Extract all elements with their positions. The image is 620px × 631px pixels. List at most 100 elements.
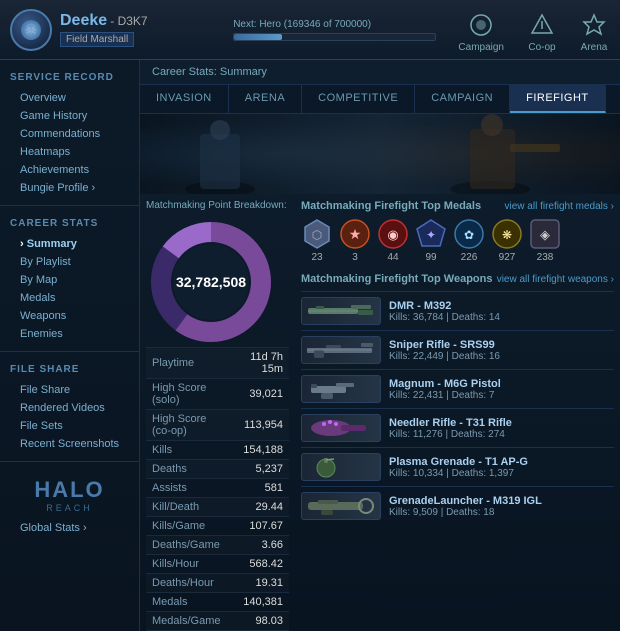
table-row: Kills154,188: [146, 441, 289, 460]
weapon-image: [301, 297, 381, 325]
sidebar-item-achievements[interactable]: Achievements: [0, 161, 139, 179]
weapon-name: Needler Rifle - T31 Rifle: [389, 417, 512, 429]
stat-label: Kills: [146, 441, 233, 460]
medals-section: Matchmaking Firefight Top Medals view al…: [301, 200, 614, 263]
mode-tabs: INVASION ARENA COMPETITIVE CAMPAIGN FIRE…: [140, 85, 620, 114]
content-area: Career Stats: Summary INVASION ARENA COM…: [140, 60, 620, 631]
sidebar-item-weapons[interactable]: Weapons: [0, 307, 139, 325]
table-row: High Score (solo)39,021: [146, 379, 289, 410]
medal-item: ⬡ 23: [301, 218, 333, 263]
donut-title: Matchmaking Point Breakdown:: [146, 200, 289, 211]
career-stats-title: CAREER STATS: [0, 214, 139, 235]
xp-bar-container: Next: Hero (169346 of 700000): [223, 0, 446, 59]
mode-tab-custom[interactable]: CUSTOM: [606, 85, 620, 113]
stat-label: Medals: [146, 593, 233, 612]
medal-icon: ❋: [491, 218, 523, 250]
list-item: Magnum - M6G Pistol Kills: 22,431 | Deat…: [301, 369, 614, 408]
nav-tabs: Campaign Co-op Arena: [446, 0, 620, 59]
view-weapons-link[interactable]: view all firefight weapons ›: [497, 274, 614, 285]
sidebar-item-playlist[interactable]: By Playlist: [0, 253, 139, 271]
medal-item: ◉ 44: [377, 218, 409, 263]
nav-tab-campaign[interactable]: Campaign: [446, 7, 516, 59]
stat-value: 29.44: [233, 498, 289, 517]
table-row: Kills/Game107.67: [146, 517, 289, 536]
medal-count: 238: [537, 252, 554, 263]
table-row: Kills/Hour568.42: [146, 555, 289, 574]
medal-icon: ★: [339, 218, 371, 250]
stat-label: Kill/Death: [146, 498, 233, 517]
table-row: Deaths5,237: [146, 460, 289, 479]
sidebar-item-file-sets[interactable]: File Sets: [0, 417, 139, 435]
sidebar-item-overview[interactable]: Overview: [0, 89, 139, 107]
right-panel: Matchmaking Firefight Top Medals view al…: [295, 194, 620, 631]
svg-text:◈: ◈: [540, 227, 550, 242]
weapons-title: Matchmaking Firefight Top Weapons: [301, 273, 493, 285]
table-row: High Score (co-op)113,954: [146, 410, 289, 441]
weapon-info: GrenadeLauncher - M319 IGL Kills: 9,509 …: [389, 495, 542, 518]
stat-value: 3.66: [233, 536, 289, 555]
main-layout: SERVICE RECORD Overview Game History Com…: [0, 60, 620, 631]
medal-item: ★ 3: [339, 218, 371, 263]
donut-center: 32,782,508: [176, 274, 246, 290]
nav-tab-arena[interactable]: Arena: [568, 7, 620, 59]
medal-icon: ⬡: [301, 218, 333, 250]
nav-tab-coop[interactable]: Co-op: [516, 7, 568, 59]
sidebar-item-summary[interactable]: › Summary: [0, 235, 139, 253]
weapon-image: [301, 453, 381, 481]
xp-next-label: Next: Hero (169346 of 700000): [233, 19, 436, 30]
arena-icon: [580, 11, 608, 39]
stat-value: 113,954: [233, 410, 289, 441]
halo-reach-logo: HALO REACH: [0, 462, 139, 518]
sidebar-item-commendations[interactable]: Commendations: [0, 125, 139, 143]
stat-label: Kills/Game: [146, 517, 233, 536]
medal-icon: ◉: [377, 218, 409, 250]
view-medals-link[interactable]: view all firefight medals ›: [505, 201, 615, 212]
weapon-stats: Kills: 10,334 | Deaths: 1,397: [389, 468, 528, 479]
stat-label: Medals/Game: [146, 612, 233, 631]
svg-text:❋: ❋: [502, 228, 512, 242]
mode-tab-firefight[interactable]: FIREFIGHT: [510, 85, 606, 113]
xp-fill: [234, 34, 282, 40]
sidebar-item-game-history[interactable]: Game History: [0, 107, 139, 125]
header-left: ☠ Deeke - D3K7 Field Marshall: [0, 0, 223, 59]
list-item: DMR - M392 Kills: 36,784 | Deaths: 14: [301, 291, 614, 330]
weapon-stats: Kills: 22,449 | Deaths: 16: [389, 351, 500, 362]
sidebar-item-bungie-profile[interactable]: Bungie Profile: [0, 179, 139, 197]
medal-count: 3: [352, 252, 358, 263]
medal-item: ❋ 927: [491, 218, 523, 263]
mode-tab-arena[interactable]: ARENA: [229, 85, 302, 113]
weapon-name: DMR - M392: [389, 300, 500, 312]
weapons-section: Matchmaking Firefight Top Weapons view a…: [301, 273, 614, 525]
svg-text:◉: ◉: [387, 227, 398, 242]
sidebar-item-enemies[interactable]: Enemies: [0, 325, 139, 343]
stat-label: Kills/Hour: [146, 555, 233, 574]
sidebar-item-medals[interactable]: Medals: [0, 289, 139, 307]
sidebar-item-global-stats[interactable]: Global Stats ›: [0, 518, 139, 538]
stat-label: Deaths: [146, 460, 233, 479]
table-row: Medals/Game98.03: [146, 612, 289, 631]
medals-row: ⬡ 23 ★ 3 ◉ 44 ✦ 99 ✿ 226 ❋ 927 ◈ 238: [301, 218, 614, 263]
hero-svg: [140, 114, 620, 194]
sidebar-item-map[interactable]: By Map: [0, 271, 139, 289]
weapons-header: Matchmaking Firefight Top Weapons view a…: [301, 273, 614, 285]
stat-value: 19.31: [233, 574, 289, 593]
stat-value: 39,021: [233, 379, 289, 410]
sidebar-item-recent-screenshots[interactable]: Recent Screenshots: [0, 435, 139, 453]
weapon-name: Sniper Rifle - SRS99: [389, 339, 500, 351]
weapon-image: [301, 375, 381, 403]
sidebar-item-heatmaps[interactable]: Heatmaps: [0, 143, 139, 161]
stat-value: 11d 7h 15m: [233, 348, 289, 379]
stat-label: High Score (solo): [146, 379, 233, 410]
medal-count: 23: [311, 252, 322, 263]
mode-tab-invasion[interactable]: INVASION: [140, 85, 229, 113]
career-stats-section: CAREER STATS › Summary By Playlist By Ma…: [0, 206, 139, 352]
player-info: Deeke - D3K7 Field Marshall: [60, 12, 213, 47]
player-name: Deeke - D3K7: [60, 12, 213, 30]
table-row: Kill/Death29.44: [146, 498, 289, 517]
mode-tab-campaign[interactable]: CAMPAIGN: [415, 85, 510, 113]
sidebar-item-rendered-videos[interactable]: Rendered Videos: [0, 399, 139, 417]
mode-tab-competitive[interactable]: COMPETITIVE: [302, 85, 415, 113]
service-record-title: SERVICE RECORD: [0, 68, 139, 89]
file-share-section: FILE SHARE File Share Rendered Videos Fi…: [0, 352, 139, 462]
sidebar-item-file-share[interactable]: File Share: [0, 381, 139, 399]
